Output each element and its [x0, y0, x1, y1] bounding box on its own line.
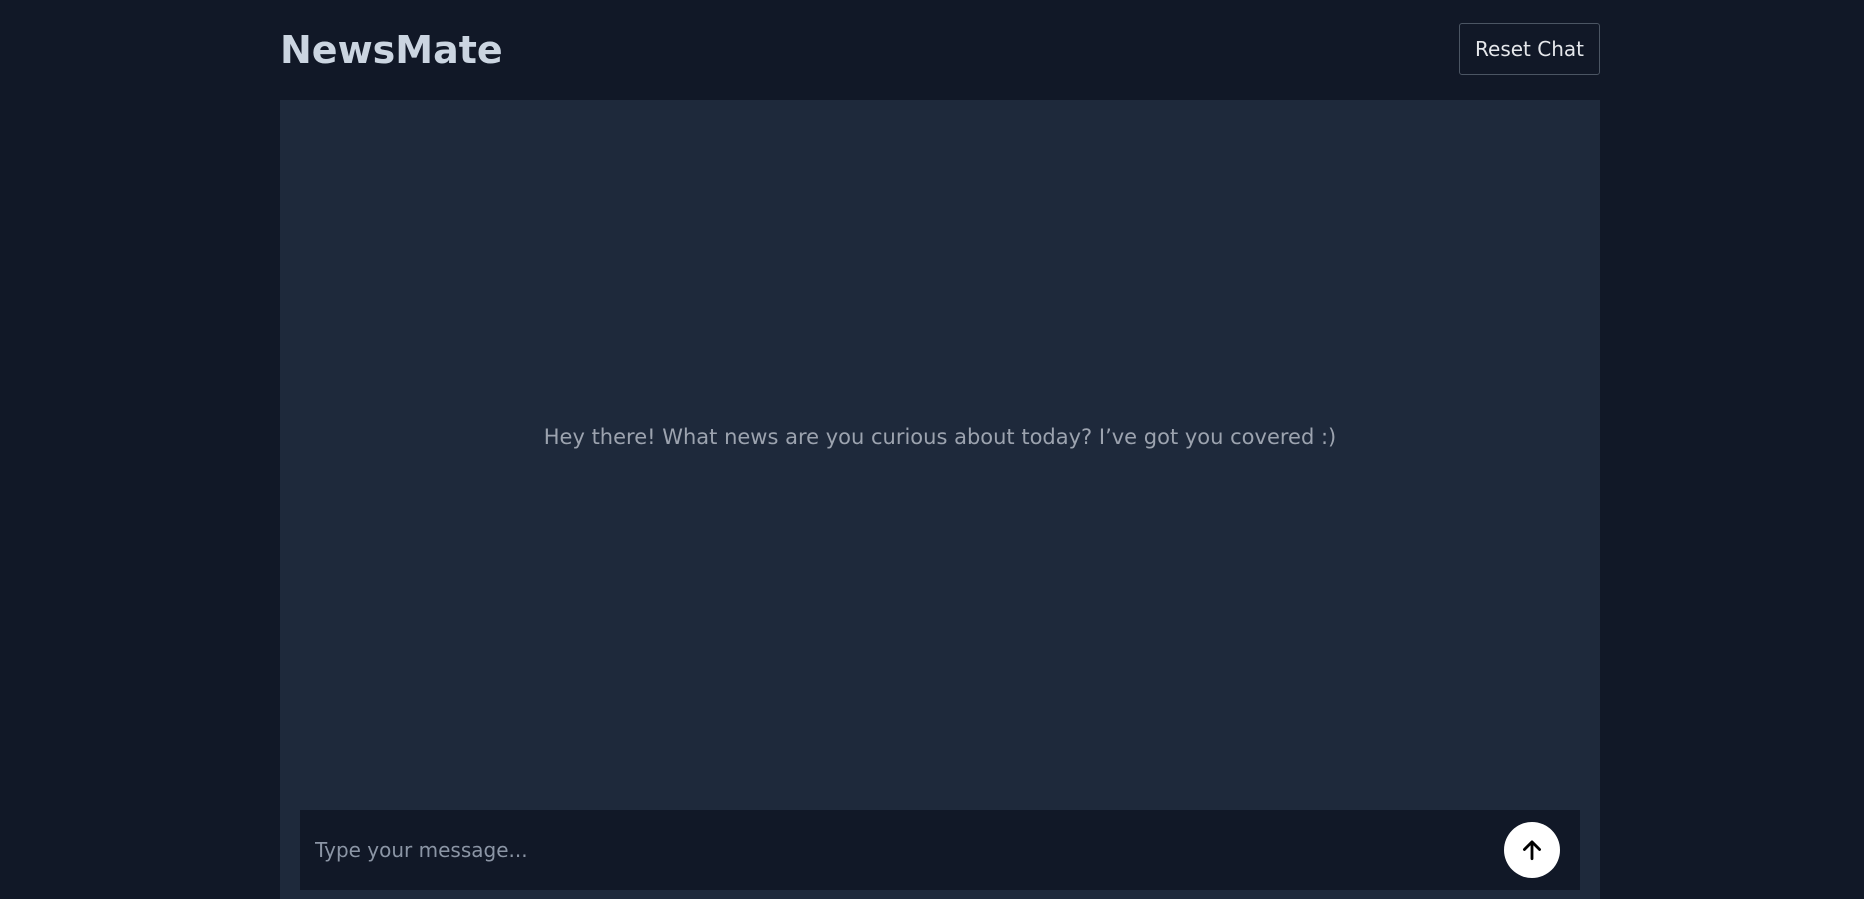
app: NewsMate Reset Chat Hey there! What news…	[0, 0, 1864, 899]
send-button[interactable]	[1504, 822, 1560, 878]
header: NewsMate Reset Chat	[280, 0, 1600, 100]
arrow-up-icon	[1523, 840, 1541, 861]
brand-title: NewsMate	[280, 28, 503, 72]
reset-chat-button[interactable]: Reset Chat	[1459, 23, 1600, 75]
message-composer	[300, 810, 1580, 890]
welcome-message: Hey there! What news are you curious abo…	[543, 425, 1337, 449]
message-input[interactable]	[300, 810, 1480, 890]
chat-panel: Hey there! What news are you curious abo…	[280, 100, 1600, 899]
